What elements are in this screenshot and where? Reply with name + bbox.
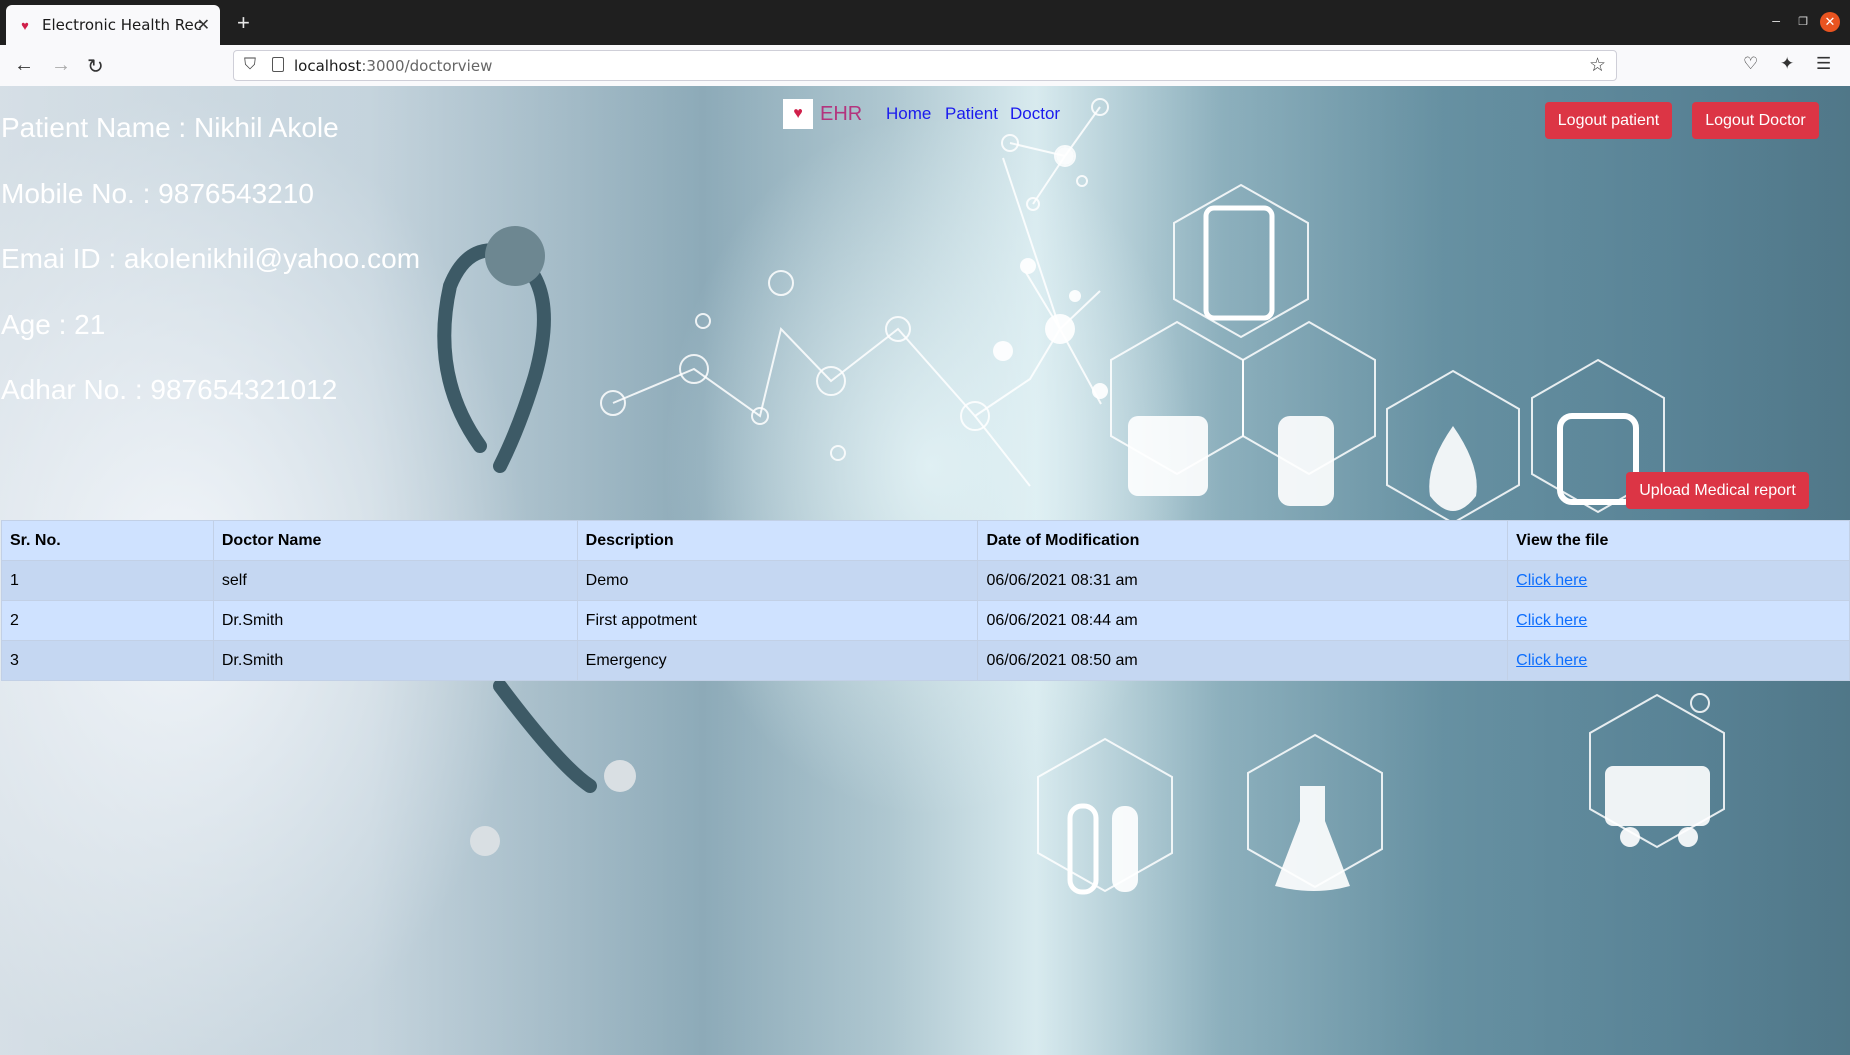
logout-patient-button[interactable]: Logout patient <box>1545 102 1672 139</box>
window-close-icon[interactable]: ✕ <box>1820 12 1840 32</box>
cell-file: Click here <box>1507 600 1850 641</box>
patient-age: Age : 21 <box>1 309 106 340</box>
view-file-link[interactable]: Click here <box>1516 652 1587 669</box>
address-bar[interactable]: ⛉ localhost:3000/doctorview ☆ <box>233 50 1617 81</box>
cell-sr: 2 <box>1 600 214 641</box>
patient-email: Emai ID : akolenikhil@yahoo.com <box>1 243 421 274</box>
cell-doctor: self <box>212 560 578 601</box>
cell-doctor: Dr.Smith <box>212 640 578 681</box>
cell-file: Click here <box>1507 640 1850 681</box>
close-tab-icon[interactable]: ✕ <box>197 15 210 35</box>
restore-icon[interactable]: ❐ <box>1798 15 1808 28</box>
cell-description: Emergency <box>576 640 979 681</box>
brand[interactable]: ♥ EHR <box>783 99 862 129</box>
medical-records-table: Sr. No. Doctor Name Description Date of … <box>1 520 1850 681</box>
header-view-file: View the file <box>1507 520 1850 561</box>
menu-icon[interactable]: ☰ <box>1816 54 1831 74</box>
doctor-view-page: ♥ EHR Home Patient Doctor Logout patient… <box>0 86 1850 1055</box>
forward-icon[interactable]: → <box>51 54 71 77</box>
view-file-link[interactable]: Click here <box>1516 612 1587 629</box>
browser-toolbar: ← → ↻ ⛉ localhost:3000/doctorview ☆ ♡ ✦ … <box>0 45 1850 87</box>
header-description: Description <box>576 520 979 561</box>
minimize-icon[interactable]: – <box>1772 12 1780 28</box>
cell-sr: 1 <box>1 560 214 601</box>
patient-name: Patient Name : Nikhil Akole <box>1 112 339 143</box>
browser-window: ♥ Electronic Health Record ✕ + – ❐ ✕ ← →… <box>0 0 1850 1055</box>
logout-doctor-button[interactable]: Logout Doctor <box>1692 102 1819 139</box>
view-file-link[interactable]: Click here <box>1516 572 1587 589</box>
header-doctor-name: Doctor Name <box>212 520 578 561</box>
nav-doctor-link[interactable]: Doctor <box>1010 104 1060 124</box>
table-row: 3 Dr.Smith Emergency 06/06/2021 08:50 am… <box>1 640 1850 681</box>
pocket-icon[interactable]: ♡ <box>1743 54 1758 74</box>
cell-date: 06/06/2021 08:50 am <box>977 640 1509 681</box>
brand-name: EHR <box>820 102 863 125</box>
cell-date: 06/06/2021 08:31 am <box>977 560 1509 601</box>
new-tab-icon[interactable]: + <box>237 10 250 36</box>
ehr-favicon-icon: ♥ <box>21 17 29 33</box>
cell-description: Demo <box>576 560 979 601</box>
back-icon[interactable]: ← <box>14 54 34 77</box>
nav-home-link[interactable]: Home <box>886 104 931 124</box>
table-row: 2 Dr.Smith First appotment 06/06/2021 08… <box>1 600 1850 641</box>
upload-medical-report-button[interactable]: Upload Medical report <box>1626 472 1809 509</box>
header-sr-no: Sr. No. <box>1 520 214 561</box>
url-host: localhost <box>294 57 362 75</box>
header-date: Date of Modification <box>977 520 1509 561</box>
tab-strip: ♥ Electronic Health Record ✕ + – ❐ ✕ <box>0 0 1850 45</box>
cell-sr: 3 <box>1 640 214 681</box>
cell-date: 06/06/2021 08:44 am <box>977 600 1509 641</box>
cell-doctor: Dr.Smith <box>212 600 578 641</box>
reload-icon[interactable]: ↻ <box>87 54 104 79</box>
bookmark-star-icon[interactable]: ☆ <box>1589 54 1606 77</box>
ehr-logo-icon: ♥ <box>783 99 813 129</box>
shield-icon[interactable]: ⛉ <box>244 56 256 74</box>
table-header-row: Sr. No. Doctor Name Description Date of … <box>1 520 1850 561</box>
page-icon <box>272 57 284 72</box>
extension-icon[interactable]: ✦ <box>1780 54 1794 74</box>
url-text[interactable]: localhost:3000/doctorview <box>294 57 492 75</box>
cell-description: First appotment <box>576 600 979 641</box>
patient-mobile: Mobile No. : 9876543210 <box>1 178 314 209</box>
patient-adhar: Adhar No. : 987654321012 <box>1 374 338 405</box>
tab-title: Electronic Health Record <box>42 16 202 34</box>
cell-file: Click here <box>1507 560 1850 601</box>
url-path: :3000/doctorview <box>361 57 493 75</box>
nav-patient-link[interactable]: Patient <box>945 104 998 124</box>
table-row: 1 self Demo 06/06/2021 08:31 am Click he… <box>1 560 1850 601</box>
browser-tab[interactable]: ♥ Electronic Health Record ✕ <box>6 5 220 45</box>
